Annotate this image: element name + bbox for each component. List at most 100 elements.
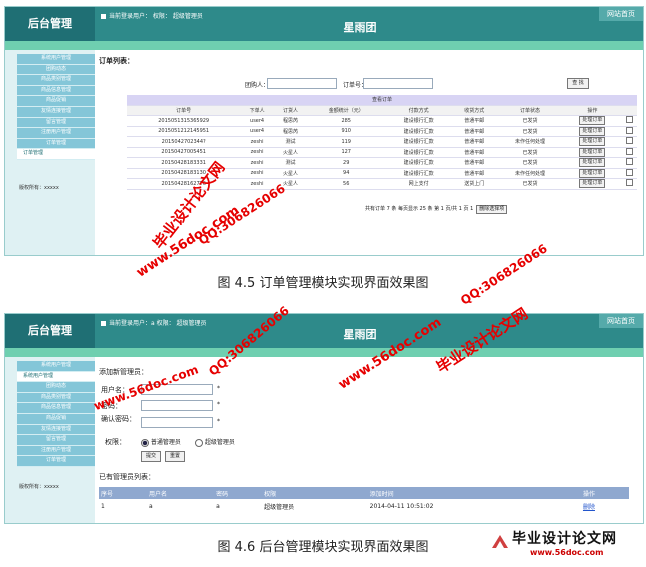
table-row: 20150427005451 zeshi 火星人 127 建设银行汇款 普通平邮 已发货 处理…: [127, 147, 637, 158]
order-no-input[interactable]: [363, 78, 433, 89]
delete-selected-button[interactable]: 删除选择项: [476, 205, 508, 214]
sidebar-item[interactable]: 系统用户管理: [17, 54, 95, 65]
process-order-button[interactable]: 处理订单: [579, 179, 606, 189]
site-home-button[interactable]: 网站首页: [599, 7, 643, 21]
checkbox-column: [621, 105, 637, 116]
table-row: 1 a a 超级管理员 2014-04-11 10:51:02 删除: [99, 499, 629, 513]
role-normal-option[interactable]: 普通管理员: [141, 437, 181, 447]
sidebar-item[interactable]: 商品促销: [17, 413, 95, 425]
buyer-input[interactable]: [267, 78, 337, 89]
sidebar-item[interactable]: 团购动态: [17, 382, 95, 393]
row-checkbox[interactable]: [625, 168, 633, 176]
column-header: 添加时间: [367, 487, 581, 499]
table-cell: 建设银行汇款: [385, 115, 453, 127]
row-checkbox[interactable]: [625, 137, 633, 145]
table-header: 订单号 下单人 订货人 金额统计（元） 付款方式 收货方式 订单状态 操作: [127, 105, 637, 116]
table-row: 2015051212145951 user4 程思芮 910 建设银行汇款 普通平邮 已发货…: [127, 126, 637, 137]
header-bar: 后台管理 当前登录用户： 权限： 超级管理员 网站首页 星雨团: [5, 7, 643, 41]
process-order-button[interactable]: 处理订单: [579, 158, 606, 168]
sidebar-item[interactable]: 商品信息管理: [17, 403, 95, 414]
action-cell: 处理订单: [563, 126, 622, 137]
table-row: 2015042702344? zeshi 测试 119 建设银行汇款 普通平邮 未作任何处理…: [127, 136, 637, 148]
sidebar-item[interactable]: 商品信息管理: [17, 85, 95, 97]
sidebar-item[interactable]: 留言管理: [17, 117, 95, 129]
sidebar-item[interactable]: 团购动态: [17, 64, 95, 76]
table-cell: 程思芮: [273, 115, 308, 127]
buyer-label: 团购人：: [245, 82, 270, 89]
sidebar-item[interactable]: 友情连接管理: [17, 106, 95, 118]
table-cell: 29: [307, 157, 386, 169]
process-order-button[interactable]: 处理订单: [579, 126, 606, 136]
process-order-button[interactable]: 处理订单: [579, 147, 606, 157]
sidebar-item[interactable]: 注册用户管理: [17, 445, 95, 457]
user-info-text: 当前登录用户：a 权限： 超级管理员: [109, 320, 207, 327]
column-header: 操作: [580, 487, 629, 499]
pager-text: 共有订单 7 条 每页显示 25 条 第 1 页/共 1 页 1: [365, 206, 474, 212]
table-cell: 建设银行汇款: [385, 157, 453, 169]
logo-url: www.56doc.com: [530, 548, 604, 557]
row-checkbox[interactable]: [625, 179, 633, 187]
table-cell: 2014-04-11 10:51:02: [369, 502, 434, 510]
table-cell: 火星人: [273, 168, 308, 179]
table-header: 序号 用户名 密码 权限 添加时间 操作: [99, 487, 629, 499]
search-button[interactable]: 查 找: [567, 78, 589, 89]
sidebar-item[interactable]: 商品促销: [17, 96, 95, 107]
sidebar-item[interactable]: 订单管理: [17, 138, 95, 150]
row-checkbox[interactable]: [625, 158, 633, 166]
sidebar-item[interactable]: 友情连接管理: [17, 424, 95, 436]
sidebar-item[interactable]: 商品类别管理: [17, 75, 95, 86]
table-cell: 程思芮: [273, 126, 308, 137]
row-checkbox[interactable]: [625, 126, 633, 134]
radio-checked-icon[interactable]: [141, 438, 149, 447]
action-cell: 处理订单: [563, 157, 622, 169]
checkbox-cell: [621, 168, 637, 179]
site-home-button[interactable]: 网站首页: [599, 314, 643, 328]
column-header: 密码: [214, 487, 263, 499]
process-order-button[interactable]: 处理订单: [579, 168, 606, 178]
sidebar-item[interactable]: 订单管理: [17, 456, 95, 467]
row-checkbox[interactable]: [625, 116, 633, 124]
row-checkbox[interactable]: [625, 147, 633, 155]
sidebar-item[interactable]: 订单管理: [17, 149, 95, 160]
sidebar-item[interactable]: 商品类别管理: [17, 392, 95, 404]
admin-list-title: 已有管理员列表：: [99, 473, 155, 481]
app-title: 星雨团: [343, 21, 377, 34]
table-cell: 火星人: [273, 147, 308, 158]
table-title: 查看订单: [127, 95, 637, 106]
header-bar: 后台管理 当前登录用户：a 权限： 超级管理员 网站首页 星雨团: [5, 314, 643, 348]
green-band: [5, 41, 643, 50]
radio-icon[interactable]: [195, 438, 203, 447]
table-cell: 已发货: [496, 147, 564, 158]
logo-title: 毕业设计论文网: [512, 531, 617, 547]
table-cell: 未作任何处理: [496, 136, 564, 148]
required-mark: *: [217, 385, 220, 392]
table-cell: zeshi: [240, 168, 274, 179]
sidebar-item[interactable]: 系统用户管理: [17, 361, 95, 372]
checkbox-cell: [621, 126, 637, 137]
table-cell: 普通平邮: [452, 168, 497, 179]
table-row: 2015051315365929 user4 程思芮 285 建设银行汇款 普通平邮 已发货…: [127, 115, 637, 127]
table-cell: 普通平邮: [452, 147, 497, 158]
reset-button[interactable]: 重置: [165, 451, 185, 462]
sidebar-menu: 系统用户管理 系统用户管理 团购动态 商品类别管理 商品信息管理 商品促销 友情连接管理 留言…: [17, 361, 95, 467]
table-cell: 建设银行汇款: [385, 136, 453, 148]
pager: 共有订单 7 条 每页显示 25 条 第 1 页/共 1 页 1 删除选择项: [365, 205, 508, 214]
action-cell: 处理订单: [563, 147, 622, 158]
process-order-button[interactable]: 处理订单: [579, 116, 606, 126]
table-cell: 已发货: [496, 126, 564, 137]
role-super-option[interactable]: 超级管理员: [195, 437, 235, 447]
submit-button[interactable]: 提交: [141, 451, 161, 462]
checkbox-cell: [621, 178, 637, 190]
process-order-button[interactable]: 处理订单: [579, 137, 606, 147]
sidebar-item[interactable]: 留言管理: [17, 435, 95, 446]
delete-link[interactable]: 删除: [581, 499, 629, 513]
checkbox-cell: [621, 157, 637, 169]
sidebar-item[interactable]: 注册用户管理: [17, 128, 95, 139]
column-header: 用户名: [146, 487, 215, 499]
sidebar-item[interactable]: 系统用户管理: [17, 371, 95, 383]
table-cell: 建设银行汇款: [385, 126, 453, 137]
table-row: 20150428183331 zeshi 测试 29 建设银行汇款 普通平邮 已发货 处理订单: [127, 157, 637, 169]
column-header: 订单状态: [496, 105, 564, 116]
confirm-password-input[interactable]: [141, 417, 213, 428]
password-input[interactable]: [141, 400, 213, 411]
